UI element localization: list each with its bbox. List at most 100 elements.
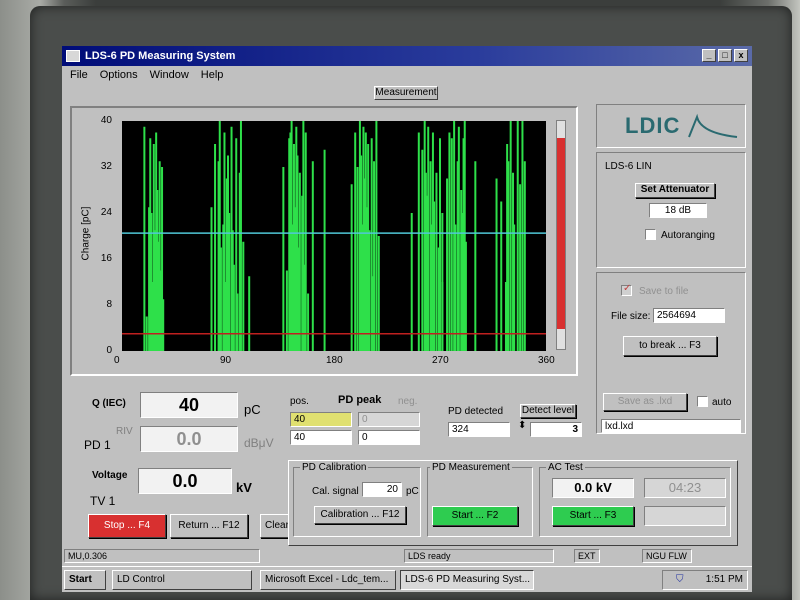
- pd-pulse-bar: [448, 132, 451, 351]
- pd-pulse-bar: [417, 132, 420, 351]
- save-as-lxd-button[interactable]: Save as .lxd: [603, 393, 687, 411]
- taskbar-item-ld-control[interactable]: LD Control: [112, 570, 252, 590]
- pd-pulse-bar: [248, 276, 251, 351]
- pd-pulse-bar: [143, 126, 146, 351]
- status-center: LDS ready: [404, 549, 554, 563]
- menu-file[interactable]: File: [70, 69, 88, 81]
- pd-detected-label: PD detected: [448, 406, 504, 417]
- pd-peak-neg-1: 0: [358, 412, 420, 427]
- pd-pulse-bar: [285, 270, 288, 351]
- status-ngu: NGU FLW: [642, 549, 692, 563]
- level-meter: [556, 120, 566, 350]
- minimize-button[interactable]: _: [702, 49, 716, 62]
- pd1-label: PD 1: [84, 438, 111, 452]
- save-group: Save to file File size: 2564694 to break…: [596, 272, 746, 434]
- pd-pulse-bar: [454, 224, 457, 351]
- save-to-file-label: Save to file: [639, 286, 689, 297]
- pd-pulse-bar: [219, 247, 222, 351]
- test-control-panel: PD Calibration Cal. signal 20 pC Calibra…: [288, 460, 738, 546]
- window-title: LDS-6 PD Measuring System: [85, 50, 236, 62]
- q-iec-label: Q (IEC): [92, 398, 126, 409]
- pd-pulse-bar: [500, 201, 503, 351]
- tab-strip: Measurement: [62, 86, 752, 100]
- ldic-logo: LDIC: [596, 104, 746, 148]
- set-attenuator-button[interactable]: Set Attenuator: [635, 183, 715, 198]
- pd-pulse-bar: [373, 161, 376, 351]
- riv-unit: dBμV: [244, 436, 274, 450]
- pd-pulse-bar: [298, 172, 301, 351]
- pd-pulse-bar: [236, 293, 239, 351]
- ac-test-voltage: 0.0 kV: [552, 478, 634, 498]
- menu-help[interactable]: Help: [201, 69, 224, 81]
- pd-pulse-bar: [433, 201, 436, 351]
- filename-field[interactable]: lxd.lxd: [601, 419, 741, 433]
- status-ext: EXT: [574, 549, 600, 563]
- logo-curve: [688, 113, 738, 138]
- stop-button[interactable]: Stop ... F4: [88, 514, 166, 538]
- auto-checkbox[interactable]: [697, 396, 708, 407]
- pd-pulse-bar: [375, 121, 378, 351]
- return-button[interactable]: Return ... F12: [170, 514, 248, 538]
- cal-signal-value[interactable]: 20: [362, 482, 402, 497]
- lds-lin-group: LDS-6 LIN Set Attenuator 18 dB Autorangi…: [596, 152, 746, 268]
- pd-pulse-bar: [282, 167, 285, 351]
- pd-pulse-bar: [450, 138, 453, 351]
- pd-peak-neg-2: 0: [358, 430, 420, 445]
- ac-test-timer: 04:23: [644, 478, 726, 498]
- maximize-button[interactable]: □: [718, 49, 732, 62]
- pd-pulse-bar: [354, 132, 357, 351]
- pd-peak-pos-1: 40: [290, 412, 352, 427]
- to-break-button[interactable]: to break ... F3: [623, 336, 717, 356]
- lds-lin-label: LDS-6 LIN: [605, 161, 652, 172]
- tab-measurement[interactable]: Measurement: [374, 86, 438, 100]
- start-button[interactable]: Start: [64, 570, 106, 590]
- riv-value: 0.0: [140, 426, 238, 452]
- taskbar-item-lds6[interactable]: LDS-6 PD Measuring Syst...: [400, 570, 534, 590]
- pd-chart: [122, 121, 546, 351]
- pd-pulse-bar: [307, 293, 310, 351]
- y-tick-label: 40: [100, 115, 112, 126]
- pd-pulse-bar: [446, 178, 449, 351]
- calibration-button[interactable]: Calibration ... F12: [314, 506, 406, 524]
- menu-window[interactable]: Window: [150, 69, 189, 81]
- voltage-label: Voltage: [92, 470, 128, 481]
- riv-label: RIV: [116, 426, 133, 437]
- attenuator-value[interactable]: 18 dB: [649, 203, 707, 218]
- x-tick-label: 360: [538, 355, 555, 366]
- save-to-file-checkbox[interactable]: [621, 283, 632, 296]
- pd-pulse-bar: [311, 161, 314, 351]
- menu-options[interactable]: Options: [100, 69, 138, 81]
- pd-pulse-bar: [523, 161, 526, 351]
- taskbar-item-excel[interactable]: Microsoft Excel - Ldc_tem...: [260, 570, 396, 590]
- close-button[interactable]: x: [734, 49, 748, 62]
- pd-detected-value: 324: [448, 422, 510, 437]
- pd-pulse-bar: [516, 121, 519, 351]
- pd-pulse-bar: [495, 178, 498, 351]
- y-tick-label: 0: [106, 345, 112, 356]
- autoranging-checkbox[interactable]: [645, 229, 656, 240]
- detect-level-button[interactable]: Detect level: [520, 404, 576, 418]
- y-tick-label: 16: [100, 253, 112, 264]
- pd-pulse-bar: [427, 126, 430, 351]
- pd-pulse-bar: [421, 149, 424, 351]
- voltage-unit: kV: [236, 480, 252, 495]
- ac-test-start-button[interactable]: Start ... F3: [552, 506, 634, 526]
- pd-measurement-start-button[interactable]: Start ... F2: [432, 506, 518, 526]
- pd-peak-neg-label: neg.: [398, 396, 418, 407]
- pd-pulse-bar: [464, 241, 467, 351]
- detect-level-spin-icon[interactable]: ⬍: [518, 420, 526, 431]
- right-panel: LDIC LDS-6 LIN Set Attenuator 18 dB Auto…: [596, 104, 746, 434]
- pd-pulse-bar: [242, 241, 245, 351]
- auto-label: auto: [712, 397, 732, 408]
- pd-pulse-bar: [239, 121, 242, 351]
- pd-pulse-bar: [521, 121, 524, 351]
- plot-area: [122, 121, 546, 351]
- detect-level-value[interactable]: 3: [530, 422, 582, 437]
- cal-signal-label: Cal. signal: [312, 486, 359, 497]
- file-size-value: 2564694: [653, 308, 725, 323]
- ac-test-title: AC Test: [546, 462, 585, 473]
- clock: 1:51 PM: [662, 570, 748, 590]
- pd-calibration-group: PD Calibration Cal. signal 20 pC Calibra…: [293, 462, 421, 537]
- pd-pulse-bar: [439, 138, 441, 351]
- y-tick-label: 32: [100, 161, 112, 172]
